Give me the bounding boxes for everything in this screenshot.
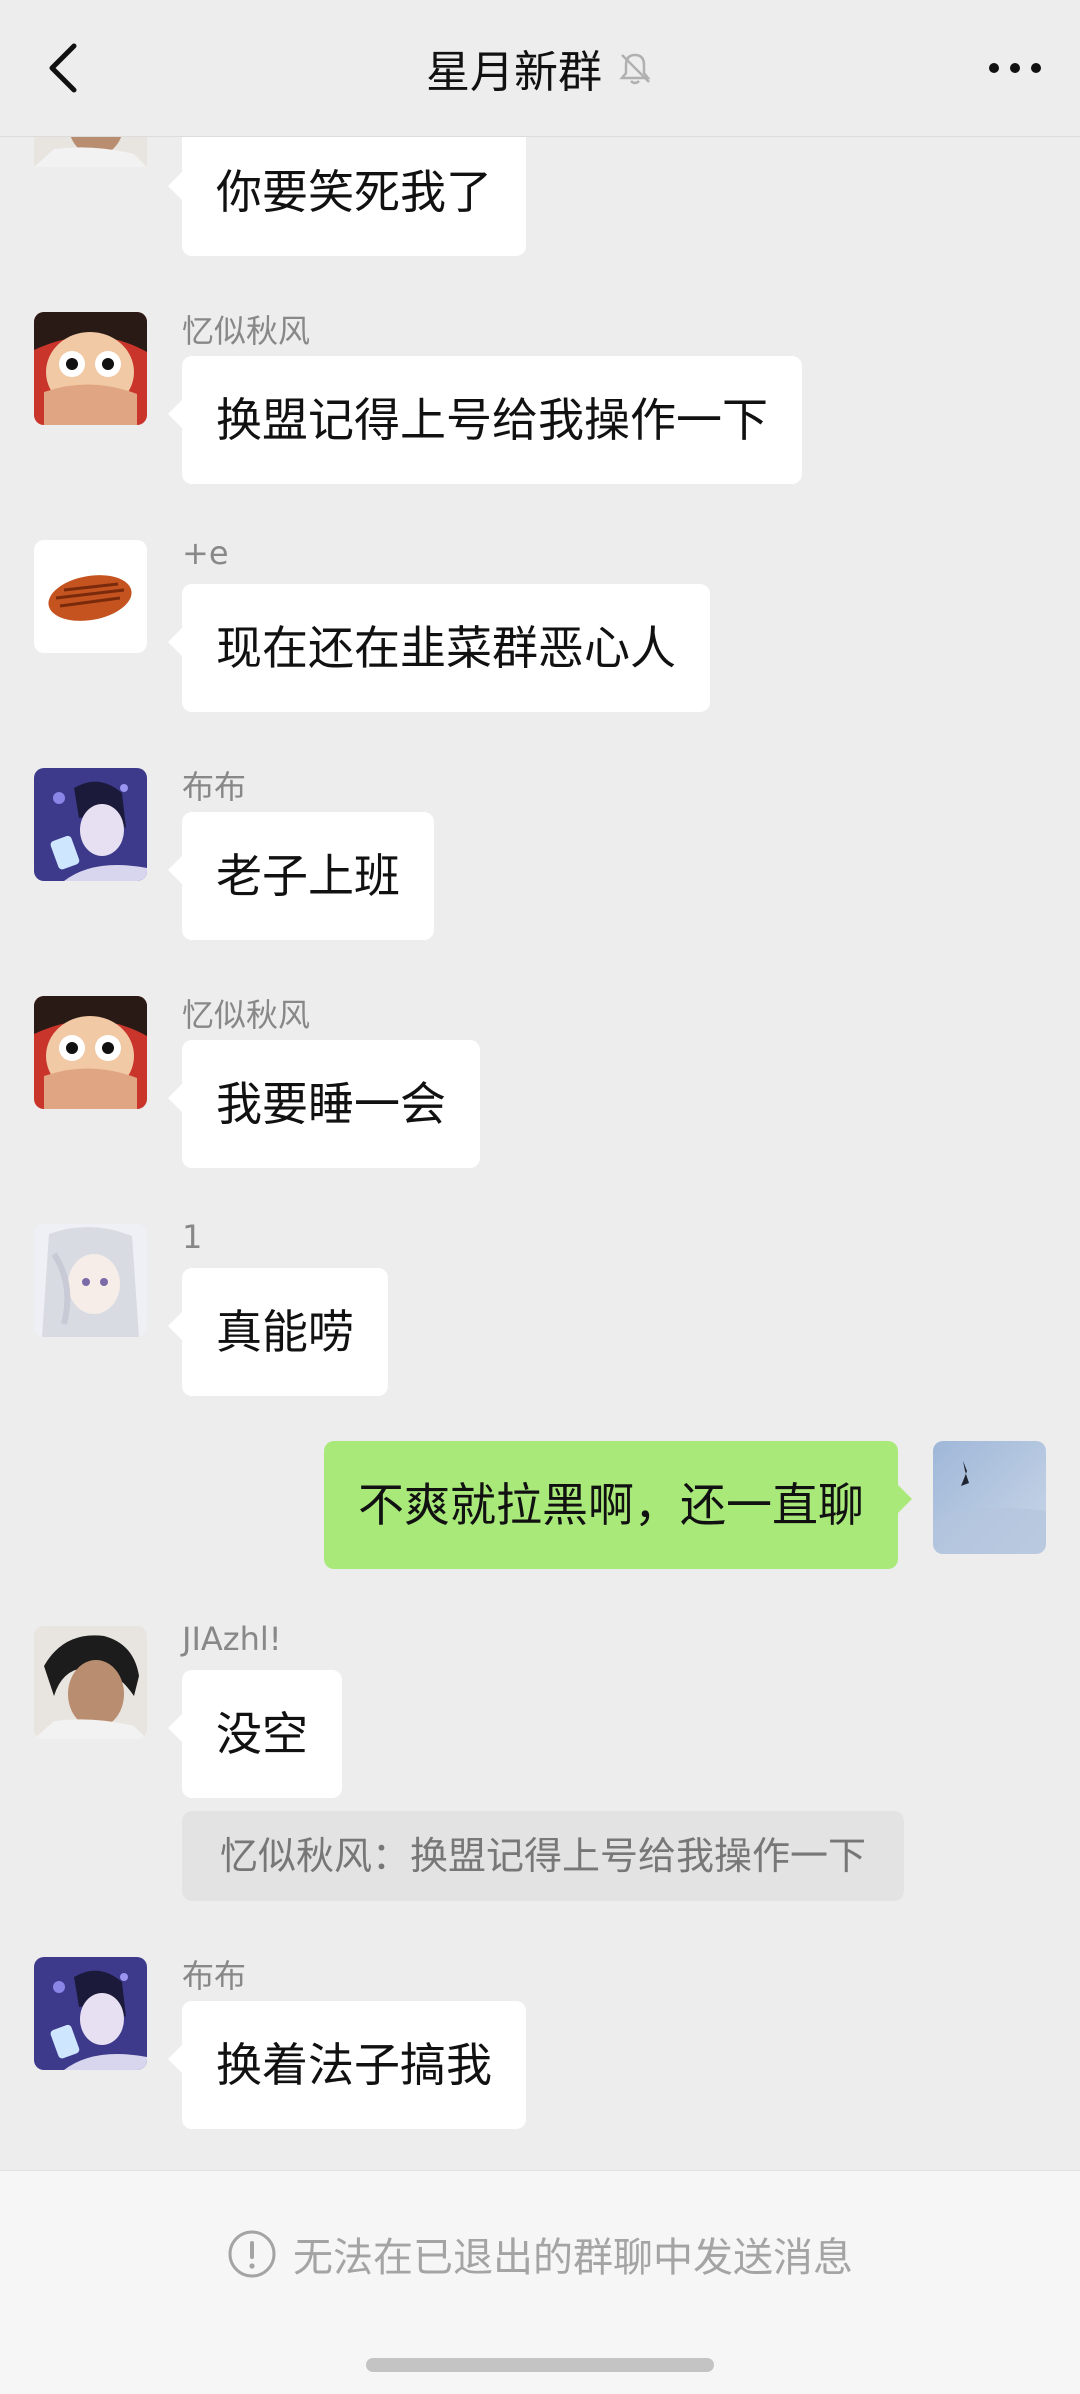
message-bubble[interactable]: 没空: [168, 1670, 342, 1798]
message-bubble[interactable]: 我要睡一会: [168, 1040, 480, 1168]
sender-name: JIAzhl!: [182, 1620, 282, 1658]
sender-name: 布布: [182, 768, 247, 806]
anime-pirate-avatar: [34, 996, 147, 1109]
avatar[interactable]: [34, 540, 147, 653]
chat-title: 星月新群: [426, 47, 602, 98]
anime-white-hair-girl-avatar: [34, 1224, 147, 1337]
anime-boy-phone-avatar: [34, 768, 147, 881]
sender-name: 布布: [182, 1957, 247, 1995]
chat-message-list[interactable]: 你要笑死我了 忆似秋风 换盟记得上号给我操作一下 +e 现在还在韭菜群恶心人 布…: [0, 0, 1080, 2170]
grilled-meat-avatar: [34, 540, 147, 653]
more-button[interactable]: [980, 36, 1050, 100]
info-circle-icon: [228, 2230, 276, 2278]
anime-pirate-avatar: [34, 312, 147, 425]
exited-group-notice: 无法在已退出的群聊中发送消息: [0, 2225, 1080, 2283]
sky-photo-avatar: [933, 1441, 1046, 1554]
avatar[interactable]: [34, 768, 147, 881]
avatar[interactable]: [933, 1441, 1046, 1554]
message-bubble[interactable]: 换盟记得上号给我操作一下: [168, 356, 802, 484]
message-bubble[interactable]: 现在还在韭菜群恶心人: [168, 584, 710, 712]
sender-name: 忆似秋风: [182, 996, 311, 1034]
message-bubble[interactable]: 老子上班: [168, 812, 434, 940]
portrait-dark-hair-avatar: [34, 1626, 147, 1739]
bell-off-icon: [619, 53, 651, 85]
avatar[interactable]: [34, 1957, 147, 2070]
sender-name: 忆似秋风: [182, 312, 311, 350]
anime-boy-phone-avatar: [34, 1957, 147, 2070]
title-area: 星月新群: [0, 0, 1080, 136]
sender-name: 1: [182, 1218, 203, 1256]
message-bubble-self[interactable]: 不爽就拉黑啊，还一直聊: [324, 1441, 912, 1569]
avatar[interactable]: [34, 1626, 147, 1739]
sender-name: +e: [182, 534, 229, 572]
chat-header: 星月新群: [0, 0, 1080, 137]
notice-text: 无法在已退出的群聊中发送消息: [293, 2235, 853, 2281]
chevron-left-icon: [49, 43, 77, 93]
more-dots-icon: [989, 63, 1041, 73]
avatar[interactable]: [34, 996, 147, 1109]
home-indicator[interactable]: [366, 2358, 714, 2372]
quoted-message[interactable]: 忆似秋风：换盟记得上号给我操作一下: [182, 1811, 905, 1901]
back-button[interactable]: [30, 30, 106, 106]
message-bubble[interactable]: 真能唠: [168, 1268, 388, 1396]
message-bubble[interactable]: 你要笑死我了: [168, 128, 526, 256]
message-bubble[interactable]: 换着法子搞我: [168, 2001, 526, 2129]
avatar[interactable]: [34, 1224, 147, 1337]
avatar[interactable]: [34, 312, 147, 425]
